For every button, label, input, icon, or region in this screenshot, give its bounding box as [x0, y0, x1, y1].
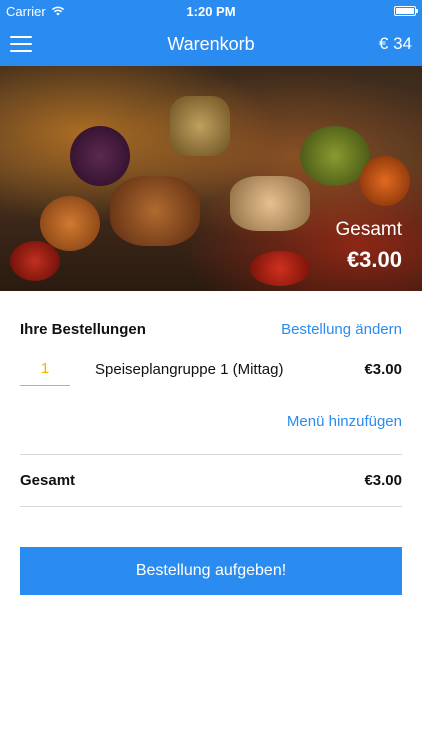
balance-label: € 34: [378, 34, 412, 53]
edit-order-link[interactable]: Bestellung ändern: [281, 321, 402, 338]
hero-total-label: Gesamt: [335, 219, 402, 240]
hamburger-menu-icon[interactable]: [10, 36, 32, 52]
hero-total-value: €3.00: [346, 247, 402, 272]
total-row: Gesamt €3.00: [20, 455, 402, 506]
add-menu-link[interactable]: Menü hinzufügen: [287, 413, 402, 430]
order-item: 1 Speiseplangruppe 1 (Mittag) €3.00: [20, 352, 402, 386]
hero-total: Gesamt €3.00: [335, 219, 402, 273]
submit-order-button[interactable]: Bestellung aufgeben!: [20, 547, 402, 595]
total-value: €3.00: [364, 472, 402, 489]
orders-header: Ihre Bestellungen Bestellung ändern: [20, 321, 402, 338]
nav-bar: Warenkorb € 34: [0, 22, 422, 66]
page-title: Warenkorb: [167, 33, 255, 54]
hero-food-image: Gesamt €3.00: [0, 66, 422, 291]
wifi-icon: [51, 4, 65, 19]
battery-icon: [394, 6, 418, 16]
cart-content: Ihre Bestellungen Bestellung ändern 1 Sp…: [0, 321, 422, 595]
status-bar: Carrier 1:20 PM: [0, 0, 422, 22]
total-label: Gesamt: [20, 472, 76, 489]
add-menu-row: Menü hinzufügen: [20, 413, 402, 431]
carrier-label: Carrier: [6, 3, 46, 19]
order-item-price: €3.00: [364, 360, 402, 378]
orders-heading: Ihre Bestellungen: [20, 321, 146, 338]
status-left: Carrier: [6, 4, 65, 19]
divider: [20, 506, 402, 507]
quantity-field[interactable]: 1: [20, 352, 70, 386]
order-item-name: Speiseplangruppe 1 (Mittag): [95, 360, 284, 378]
